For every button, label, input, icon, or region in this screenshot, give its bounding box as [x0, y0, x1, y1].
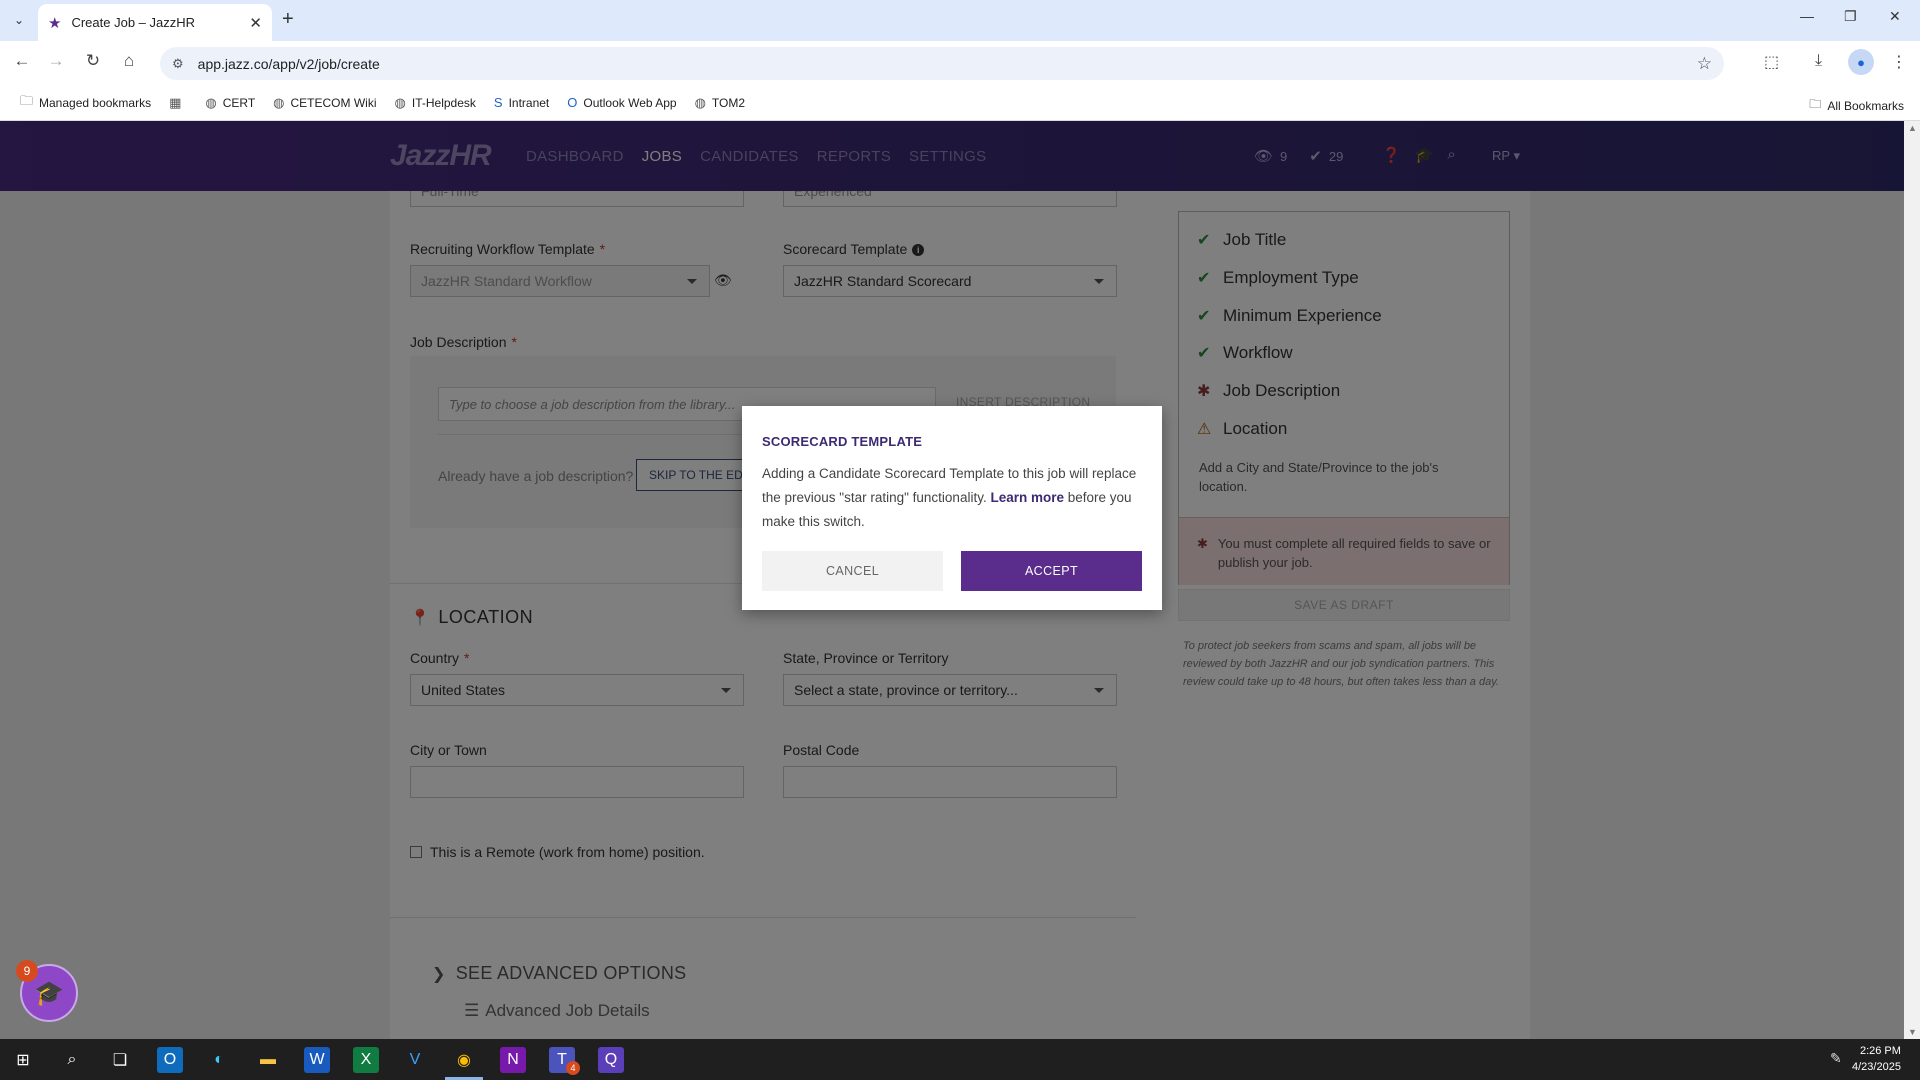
restore-icon[interactable]: ❐ [1844, 8, 1857, 25]
windows-start-icon[interactable]: ⊞ [10, 1047, 36, 1073]
sharepoint-icon: S [493, 95, 503, 110]
bookmark-cert[interactable]: ◍ CERT [205, 95, 255, 111]
browser-toolbar: ← → ↻ ⌂ ⚙ app.jazz.co/app/v2/job/create … [0, 41, 1920, 85]
jazzhr-favicon-icon: ★ [48, 14, 62, 32]
address-bar[interactable]: ⚙ app.jazz.co/app/v2/job/create ☆ [160, 47, 1724, 80]
cancel-button[interactable]: CANCEL [762, 551, 943, 591]
bookmark-intranet[interactable]: S Intranet [494, 95, 549, 110]
apps-grid-icon[interactable]: ▦ [169, 95, 187, 111]
forward-arrow-icon[interactable]: → [44, 51, 68, 71]
learning-notification-badge: 9 [16, 960, 38, 982]
app-icon[interactable]: Q [598, 1047, 624, 1073]
task-view-icon[interactable]: ❏ [107, 1047, 133, 1073]
pen-icon[interactable]: ✎ [1830, 1050, 1842, 1067]
close-window-icon[interactable]: ✕ [1889, 8, 1901, 25]
bookmark-managed[interactable]: 🗀 Managed bookmarks [20, 92, 151, 114]
teams-badge: 4 [566, 1061, 580, 1075]
url-text: app.jazz.co/app/v2/job/create [197, 55, 380, 72]
reload-icon[interactable]: ↻ [81, 51, 105, 71]
bookmark-it-helpdesk[interactable]: ◍ IT-Helpdesk [395, 95, 476, 111]
browser-tab-active[interactable]: ★ Create Job – JazzHR ✕ [38, 4, 272, 41]
all-bookmarks[interactable]: 🗀 All Bookmarks [1809, 95, 1904, 116]
page-scrollbar[interactable]: ▲ ▼ [1904, 121, 1920, 1039]
system-clock[interactable]: 2:26 PM 4/23/2025 [1852, 1043, 1901, 1075]
graduation-cap-icon: 🎓 [34, 979, 64, 1007]
onenote-icon[interactable]: N [500, 1047, 526, 1073]
bookmark-tom2[interactable]: ◍ TOM2 [695, 95, 745, 111]
excel-icon[interactable]: X [353, 1047, 379, 1073]
visio-icon[interactable]: V [402, 1047, 428, 1073]
extensions-puzzle-icon[interactable]: ⬚ [1764, 52, 1779, 72]
learn-more-link[interactable]: Learn more [990, 490, 1064, 505]
accept-button[interactable]: ACCEPT [961, 551, 1142, 591]
globe-icon: ◍ [205, 94, 217, 110]
browser-tabstrip: ⌄ ★ Create Job – JazzHR ✕ + — ❐ ✕ [0, 0, 1920, 41]
scroll-up-arrow-icon[interactable]: ▲ [1908, 123, 1917, 133]
profile-avatar-icon[interactable]: ● [1848, 49, 1874, 75]
scroll-down-arrow-icon[interactable]: ▼ [1908, 1027, 1917, 1037]
globe-icon: ◍ [394, 94, 406, 110]
outlook-icon: O [567, 95, 578, 110]
folder-icon: 🗀 [20, 92, 34, 108]
tab-title: Create Job – JazzHR [71, 15, 196, 30]
site-info-icon[interactable]: ⚙ [172, 56, 184, 72]
minimize-icon[interactable]: — [1800, 8, 1814, 24]
scorecard-template-modal: SCORECARD TEMPLATE Adding a Candidate Sc… [742, 406, 1162, 610]
outlook-icon[interactable]: O [157, 1047, 183, 1073]
modal-title: SCORECARD TEMPLATE [762, 434, 923, 449]
globe-icon: ◍ [273, 94, 285, 110]
tab-search-chevron-icon[interactable]: ⌄ [8, 9, 30, 31]
modal-body: Adding a Candidate Scorecard Template to… [762, 466, 1137, 529]
file-explorer-icon[interactable]: ▬ [255, 1047, 281, 1073]
back-arrow-icon[interactable]: ← [10, 51, 34, 71]
bookmarks-bar: 🗀 Managed bookmarks ▦ ◍ CERT ◍ CETECOM Wiki… [0, 85, 1920, 121]
chrome-icon[interactable]: ◉ [451, 1047, 477, 1073]
search-icon[interactable]: ⌕ [59, 1047, 85, 1073]
new-tab-plus-icon[interactable]: + [282, 8, 294, 31]
folder-icon: 🗀 [1809, 97, 1822, 111]
windows-taskbar: ⊞ ⌕ ❏ O ◐ ▬ W X V ◉ N T 4 Q ✎ 2:26 PM 4/… [0, 1039, 1920, 1080]
bookmark-cetecom-wiki[interactable]: ◍ CETECOM Wiki [273, 95, 376, 111]
globe-icon: ◍ [694, 94, 706, 110]
bookmark-star-icon[interactable]: ☆ [1697, 54, 1712, 74]
close-tab-icon[interactable]: ✕ [249, 14, 262, 32]
word-icon[interactable]: W [304, 1047, 330, 1073]
edge-icon[interactable]: ◐ [206, 1047, 232, 1073]
download-icon[interactable]: ⤓ [1815, 52, 1822, 70]
home-icon[interactable]: ⌂ [117, 51, 141, 71]
bookmark-outlook-web-app[interactable]: O Outlook Web App [567, 95, 676, 110]
browser-menu-icon[interactable]: ⋮ [1891, 52, 1907, 72]
